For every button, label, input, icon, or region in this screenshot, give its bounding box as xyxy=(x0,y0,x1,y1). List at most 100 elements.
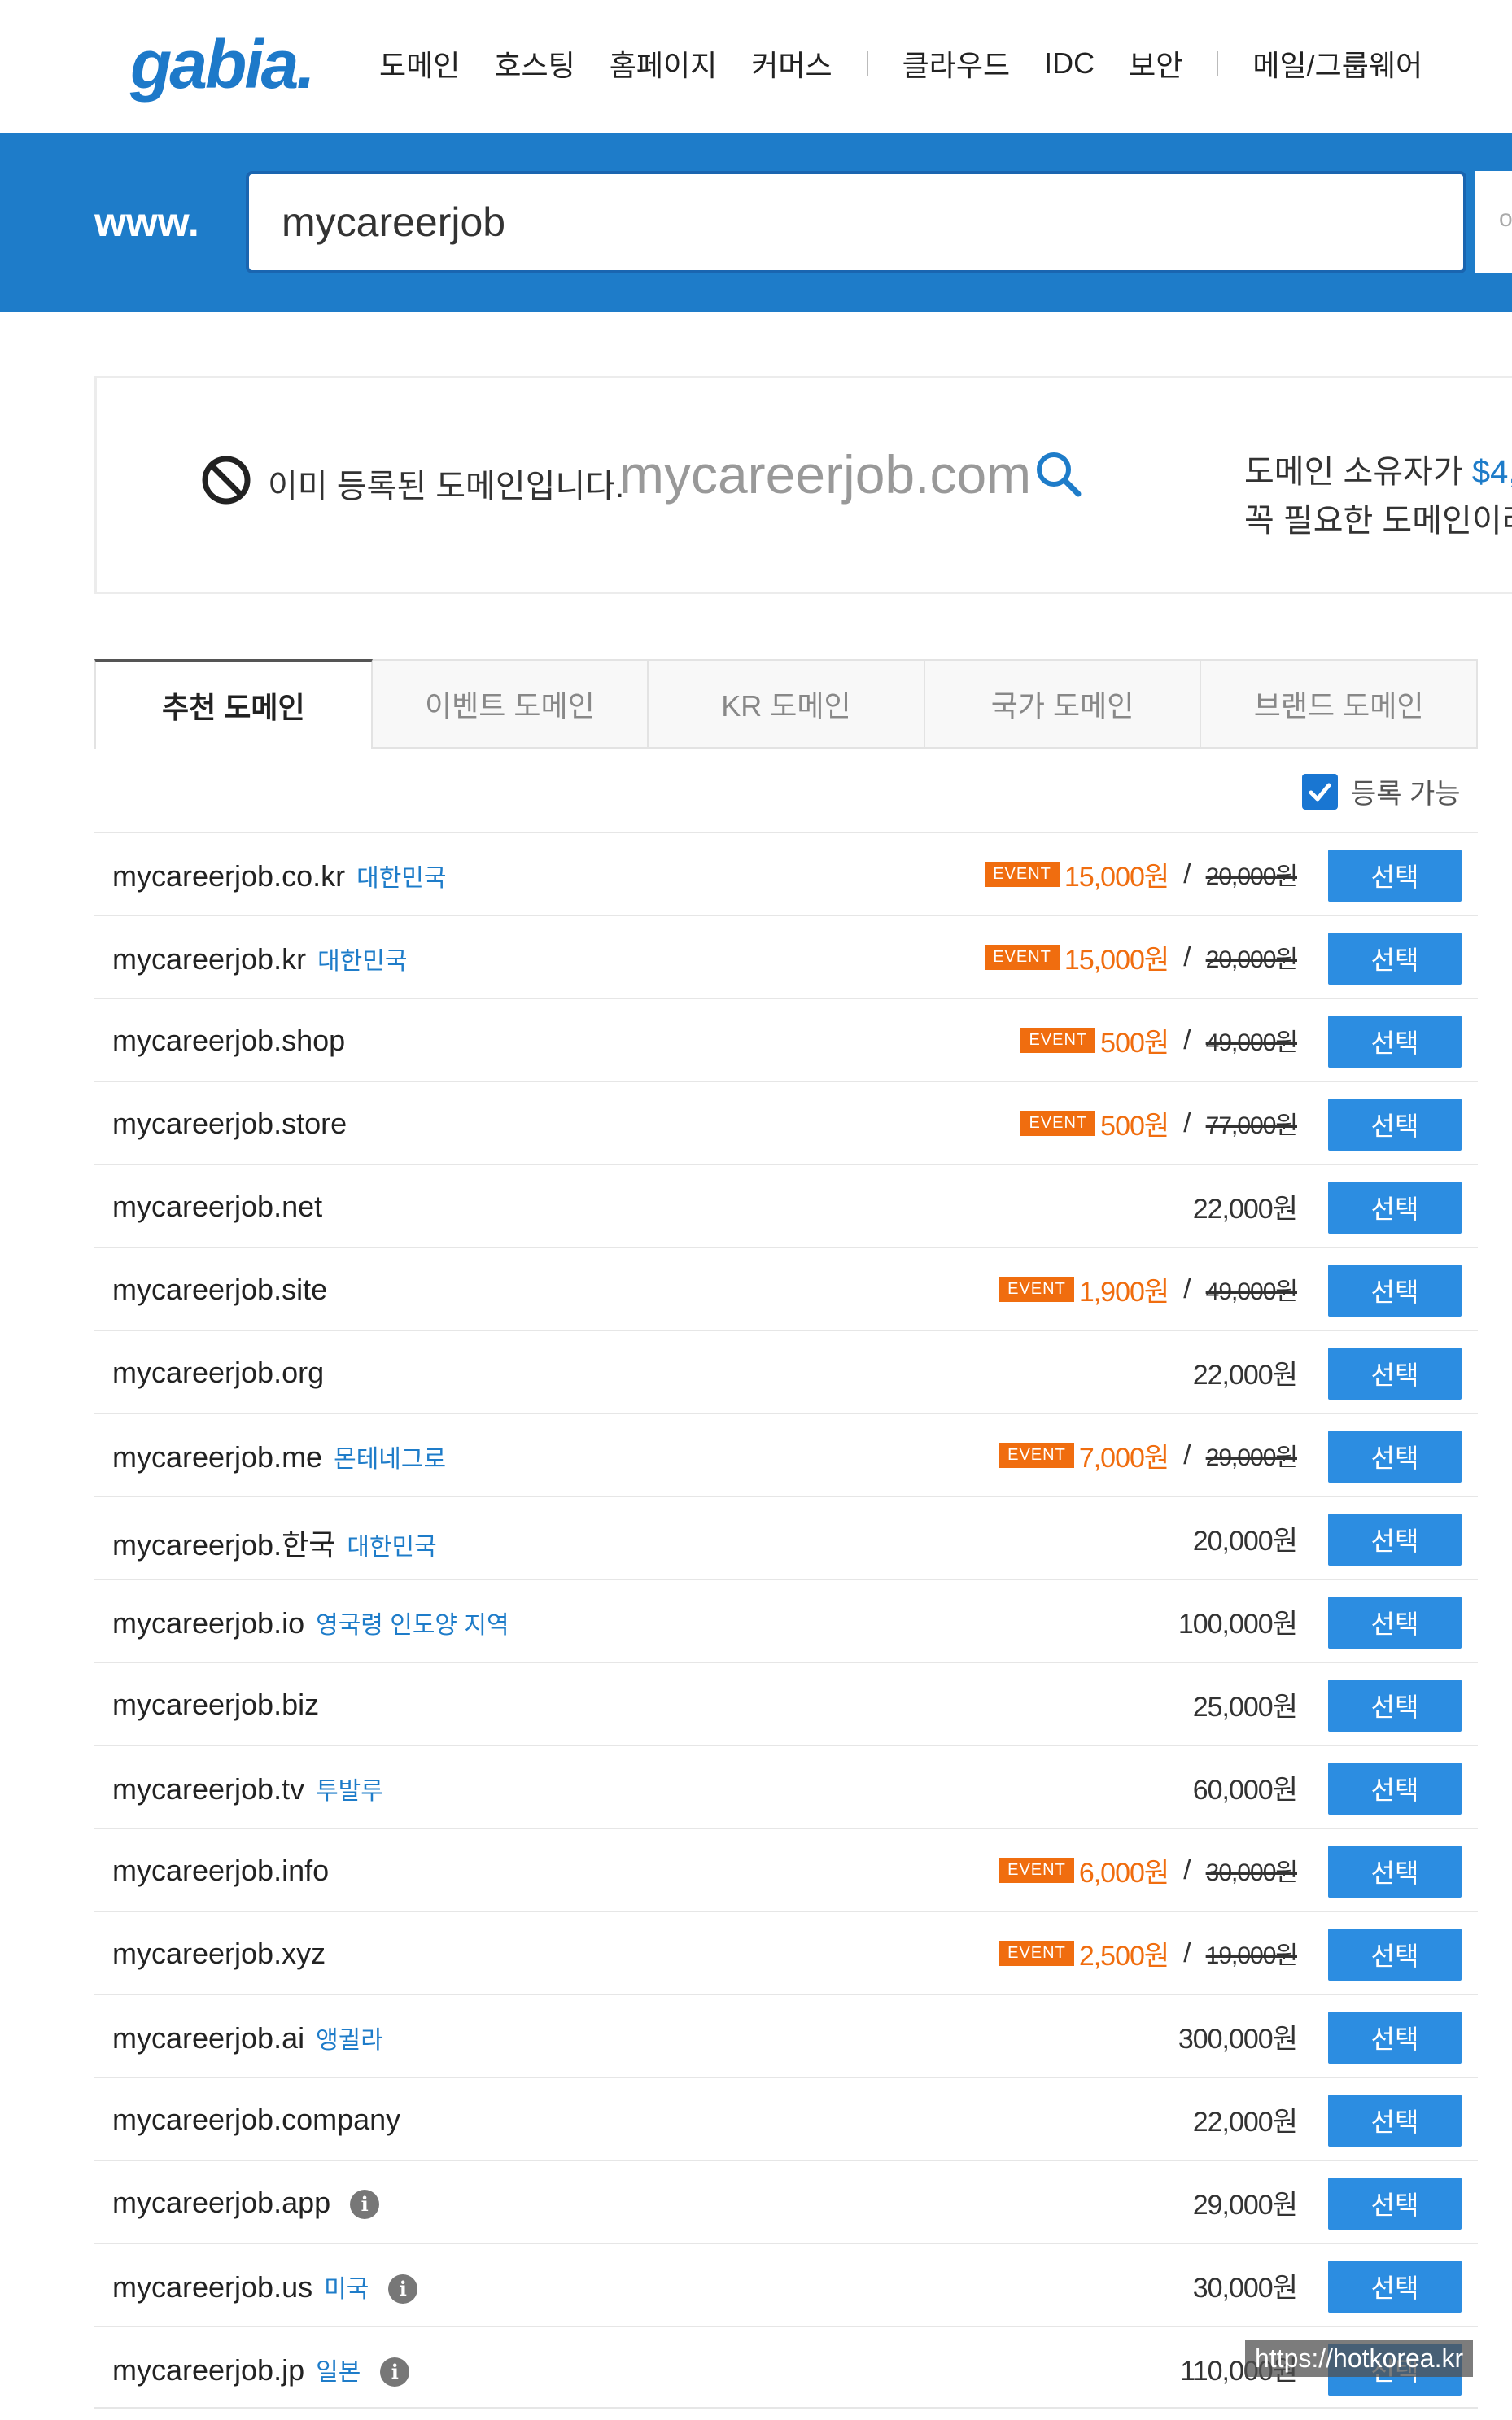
domain-name: mycareerjob.ai xyxy=(112,2021,305,2055)
price-cell: EVENT 6,000원 / 30,000원 xyxy=(999,1852,1298,1889)
select-button[interactable]: 선택 xyxy=(1328,1929,1462,1981)
tab-kr[interactable]: KR 도메인 xyxy=(649,659,925,749)
select-button[interactable]: 선택 xyxy=(1328,1763,1462,1815)
gabia-logo[interactable]: gabia. xyxy=(130,28,326,101)
search-band: www. o xyxy=(0,133,1512,312)
domain-name-cell: mycareerjob.us 미국 i xyxy=(112,2269,418,2304)
domain-price: 60,000원 xyxy=(1192,1774,1298,1806)
domain-name-cell: mycareerjob.app i xyxy=(112,2186,380,2220)
domain-name: mycareerjob.org xyxy=(112,1356,325,1389)
domain-name-cell: mycareerjob.biz xyxy=(112,1688,319,1722)
domain-name: mycareerjob.kr xyxy=(112,942,307,976)
domain-row: mycareerjob.io 영국령 인도양 지역 100,000원 선택 xyxy=(94,1579,1478,1662)
original-price: 77,000원 xyxy=(1205,1112,1298,1139)
event-price: 1,900원 xyxy=(1078,1276,1169,1308)
event-badge: EVENT xyxy=(999,1442,1074,1468)
event-price: 6,000원 xyxy=(1078,1857,1169,1889)
result-domain: mycareerjob.com xyxy=(619,444,1032,505)
event-badge: EVENT xyxy=(1020,1027,1096,1053)
select-button[interactable]: 선택 xyxy=(1328,2095,1462,2147)
info-icon[interactable]: i xyxy=(350,2190,380,2220)
domain-name: mycareerjob.company xyxy=(112,2103,401,2136)
tab-brand[interactable]: 브랜드 도메인 xyxy=(1201,659,1478,749)
tab-recommended[interactable]: 추천 도메인 xyxy=(94,659,373,749)
owner-notice-line1: 도메인 소유자가 $4, xyxy=(1244,445,1512,492)
main-nav: 도메인 호스팅 홈페이지 커머스 클라우드 IDC 보안 메일/그룹웨어 xyxy=(379,39,1457,88)
price-cell: EVENT 15,000원 / 20,000원 xyxy=(985,856,1298,893)
select-button[interactable]: 선택 xyxy=(1328,1514,1462,1566)
domain-name-cell: mycareerjob.company xyxy=(112,2103,400,2137)
nav-commerce[interactable]: 커머스 xyxy=(751,42,832,85)
price-separator: / xyxy=(1183,1273,1191,1304)
domain-row: mycareerjob.org 22,000원 선택 xyxy=(94,1330,1478,1413)
domain-name-cell: mycareerjob.info xyxy=(112,1854,329,1888)
domain-row: mycareerjob.company 22,000원 선택 xyxy=(94,2077,1478,2160)
tab-event[interactable]: 이벤트 도메인 xyxy=(372,659,649,749)
info-icon[interactable]: i xyxy=(388,2274,418,2304)
nav-divider xyxy=(866,51,868,76)
select-button[interactable]: 선택 xyxy=(1328,2261,1462,2313)
select-button[interactable]: 선택 xyxy=(1328,1182,1462,1234)
domain-row: mycareerjob.한국 대한민국 20,000원 선택 xyxy=(94,1496,1478,1579)
select-button[interactable]: 선택 xyxy=(1328,933,1462,985)
domain-row: mycareerjob.me 몬테네그로 EVENT 7,000원 / 29,000원 선택 xyxy=(94,1413,1478,1496)
domain-country: 일본 xyxy=(316,2359,361,2386)
price-separator: / xyxy=(1183,1024,1191,1055)
domain-row: mycareerjob.site EVENT 1,900원 / 49,000원 선택 xyxy=(94,1247,1478,1330)
domain-name-cell: mycareerjob.tv 투발루 xyxy=(112,1771,383,1806)
select-button[interactable]: 선택 xyxy=(1328,1431,1462,1483)
nav-homepage[interactable]: 홈페이지 xyxy=(610,42,717,85)
select-button[interactable]: 선택 xyxy=(1328,850,1462,902)
price-cell: EVENT 1,900원 / 49,000원 xyxy=(999,1271,1298,1308)
domain-country: 투발루 xyxy=(316,1778,383,1805)
domain-country: 대한민국 xyxy=(356,865,447,892)
search-icon[interactable] xyxy=(1033,448,1085,500)
domain-name-cell: mycareerjob.xyz xyxy=(112,1937,326,1971)
event-badge: EVENT xyxy=(985,861,1060,887)
select-button[interactable]: 선택 xyxy=(1328,1099,1462,1151)
domain-name: mycareerjob.net xyxy=(112,1190,323,1223)
event-price: 2,500원 xyxy=(1078,1940,1169,1972)
available-filter-label: 등록 가능 xyxy=(1351,779,1461,810)
domain-name: mycareerjob.한국 xyxy=(112,1528,336,1562)
event-price: 500원 xyxy=(1100,1027,1169,1059)
info-icon[interactable]: i xyxy=(380,2357,410,2387)
select-button[interactable]: 선택 xyxy=(1328,1348,1462,1400)
price-cell: 25,000원 xyxy=(1193,1686,1298,1723)
select-button[interactable]: 선택 xyxy=(1328,2012,1462,2064)
price-cell: 22,000원 xyxy=(1193,1188,1298,1225)
select-button[interactable]: 선택 xyxy=(1328,2178,1462,2230)
event-price: 15,000원 xyxy=(1064,944,1169,976)
original-price: 20,000원 xyxy=(1205,863,1298,890)
domain-name: mycareerjob.store xyxy=(112,1107,347,1140)
nav-mail-groupware[interactable]: 메일/그룹웨어 xyxy=(1252,42,1422,85)
available-filter[interactable]: 등록 가능 xyxy=(1302,771,1461,811)
nav-domain[interactable]: 도메인 xyxy=(379,42,460,85)
price-cell: EVENT 7,000원 / 29,000원 xyxy=(999,1437,1298,1474)
select-button[interactable]: 선택 xyxy=(1328,1016,1462,1068)
original-price: 19,000원 xyxy=(1205,1942,1298,1969)
select-button[interactable]: 선택 xyxy=(1328,1846,1462,1898)
search-result-box: 이미 등록된 도메인입니다. mycareerjob.com 도메인 소유자가 … xyxy=(94,376,1512,594)
select-button[interactable]: 선택 xyxy=(1328,1680,1462,1732)
nav-cloud[interactable]: 클라우드 xyxy=(902,42,1010,85)
select-button[interactable]: 선택 xyxy=(1328,1597,1462,1649)
nav-security[interactable]: 보안 xyxy=(1129,42,1182,85)
domain-row: mycareerjob.co.kr 대한민국 EVENT 15,000원 / 20,000… xyxy=(94,832,1478,915)
domain-name-cell: mycareerjob.jp 일본 i xyxy=(112,2352,410,2387)
registered-message: 이미 등록된 도메인입니다. xyxy=(268,469,625,505)
nav-hosting[interactable]: 호스팅 xyxy=(494,42,575,85)
select-button[interactable]: 선택 xyxy=(1328,1265,1462,1317)
domain-price: 29,000원 xyxy=(1192,2189,1298,2221)
owner-notice-line2: 꼭 필요한 도메인이라 xyxy=(1244,503,1512,539)
nav-idc[interactable]: IDC xyxy=(1044,46,1095,81)
domain-name: mycareerjob.shop xyxy=(112,1024,346,1057)
domain-country: 영국령 인도양 지역 xyxy=(316,1612,509,1639)
domain-country: 미국 xyxy=(324,2276,369,2303)
domain-name: mycareerjob.app xyxy=(112,2186,331,2219)
available-checkbox[interactable] xyxy=(1302,773,1338,810)
domain-search-input[interactable] xyxy=(246,171,1466,273)
tab-country[interactable]: 국가 도메인 xyxy=(924,659,1202,749)
domain-name-cell: mycareerjob.me 몬테네그로 xyxy=(112,1439,446,1474)
checkmark-icon xyxy=(1309,783,1331,801)
